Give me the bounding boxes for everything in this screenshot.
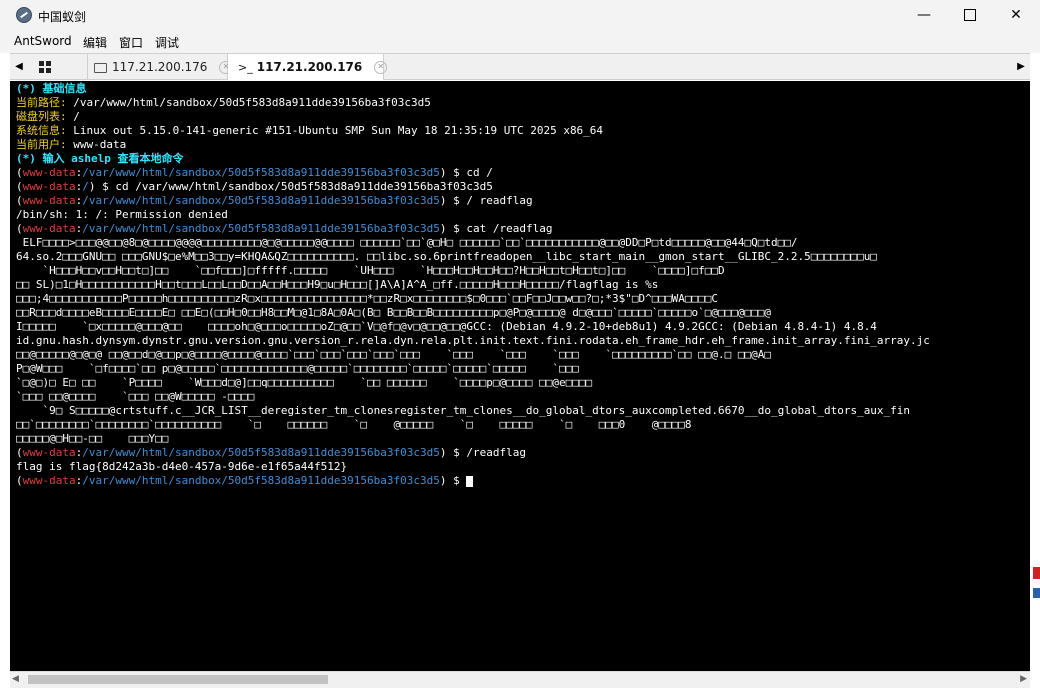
tab-scroll-right-button[interactable]: ▶ bbox=[1012, 54, 1030, 80]
binary-output-line: `9□ S□□□□□@crtstuff.c__JCR_LIST__deregis… bbox=[16, 404, 911, 417]
prompt-line: (www-data:/var/www/html/sandbox/50d5f583… bbox=[16, 222, 553, 235]
terminal-panel[interactable]: (*) 基础信息 当前路径: /var/www/html/sandbox/50d… bbox=[10, 81, 1030, 671]
disk-label: 磁盘列表: bbox=[16, 110, 67, 123]
close-button[interactable]: ✕ bbox=[993, 0, 1039, 31]
warning-icon bbox=[1033, 567, 1040, 579]
menu-edit[interactable]: 编辑 bbox=[83, 34, 107, 51]
minimize-button[interactable]: — bbox=[901, 0, 947, 31]
binary-output-line: `□@□)□ E□ □□ `P□□□□ `W□□□d□@]□□q□□□□□□□□… bbox=[16, 376, 593, 389]
terminal-path-line: 当前路径: /var/www/html/sandbox/50d5f583d8a9… bbox=[16, 96, 1026, 110]
binary-output-line: ELF□□□□>□□□@@□□@8□@□□□□@@@@□□□□□□□□□@□@□… bbox=[16, 236, 798, 249]
terminal-user-line: 当前用户: www-data bbox=[16, 138, 1026, 152]
menu-bar: AntSword 编辑 窗口 调试 bbox=[0, 31, 1040, 53]
binary-output-line: P□@W□□□ `□f□□□□`□□ p□@□□□□□`□□□□□□□□□□□□… bbox=[16, 362, 579, 375]
prompt-line: (www-data:/var/www/html/sandbox/50d5f583… bbox=[16, 446, 526, 459]
binary-output-line: □□`□□□□□□□□`□□□□□□□□`□□□□□□□□□□ `□ □□□□□… bbox=[16, 418, 692, 431]
flag-output: flag is flag{8d242a3b-d4e0-457a-9d6e-e1f… bbox=[16, 460, 348, 473]
current-prompt-line[interactable]: (www-data:/var/www/html/sandbox/50d5f583… bbox=[16, 474, 1026, 488]
prompt-line: (www-data:/var/www/html/sandbox/50d5f583… bbox=[16, 166, 493, 179]
binary-output-line: □□@□□□□□@□@□@ □□@□□d□@□□p□@□□□□@□□□□@□□□… bbox=[16, 348, 771, 361]
tab-home[interactable] bbox=[28, 54, 88, 80]
terminal-disk-line: 磁盘列表: / bbox=[16, 110, 1026, 124]
tab-scroll-left-button[interactable]: ◀ bbox=[10, 54, 28, 80]
terminal-help-line: (*) 输入 ashelp 查看本地命令 bbox=[16, 152, 184, 165]
info-icon bbox=[1033, 588, 1040, 598]
binary-output-line: `H□□□H□□v□□H□□t□]□□ `□□f□□□]□fffff.□□□□□… bbox=[16, 264, 725, 277]
title-bar: 中国蚁剑 — ✕ bbox=[0, 0, 1040, 31]
terminal-sys-line: 系统信息: Linux out 5.15.0-141-generic #151-… bbox=[16, 124, 1026, 138]
prompt-line: (www-data:/) $ cd /var/www/html/sandbox/… bbox=[16, 180, 493, 193]
maximize-icon bbox=[964, 9, 976, 21]
binary-output-line: □□R□□□d□□□□eB□□□□E□□□□E□ □□E□(□□H□0□□H8□… bbox=[16, 306, 771, 319]
binary-output-line: □□□□□@□H□□-□□ □□□Y□□ bbox=[16, 432, 169, 445]
binary-output-line: 64.so.2□□□GNU□□ □□□GNU$□e%M□□3□□y=KHQA&Q… bbox=[16, 250, 877, 263]
command-output: /bin/sh: 1: /: Permission denied bbox=[16, 208, 228, 221]
path-value: /var/www/html/sandbox/50d5f583d8a911dde3… bbox=[66, 96, 431, 109]
tab-terminal-label: 117.21.200.176 bbox=[256, 60, 363, 74]
terminal-header-title: (*) 基础信息 bbox=[16, 82, 87, 95]
user-label: 当前用户: bbox=[16, 138, 67, 151]
antsword-logo-icon bbox=[16, 7, 32, 23]
menu-debug[interactable]: 调试 bbox=[155, 34, 179, 51]
tab-terminal-close-icon[interactable]: ✕ bbox=[374, 61, 388, 74]
sys-label: 系统信息: bbox=[16, 124, 67, 137]
scroll-left-arrow-icon[interactable]: ◀ bbox=[12, 674, 19, 684]
binary-output-line: □□□;4□□□□□□□□□□□P□□□□□h□□□□□□□□□□zR□x□□□… bbox=[16, 292, 718, 305]
prompt-line: (www-data:/var/www/html/sandbox/50d5f583… bbox=[16, 194, 533, 207]
window-title: 中国蚁剑 bbox=[38, 10, 87, 24]
scrollbar-thumb[interactable] bbox=[28, 675, 328, 684]
background-window-edge bbox=[1030, 560, 1040, 610]
binary-output-line: □□ SL)□1□H□□□□□□□□□□□H□□t□□□L□□L□□D□□A□□… bbox=[16, 278, 659, 291]
tab-bar: ◀ 117.21.200.176 ✕ >_ 117.21.200.176 ✕ ▶ bbox=[10, 53, 1030, 80]
disk-value: / bbox=[66, 110, 80, 123]
menu-antsword[interactable]: AntSword bbox=[14, 34, 72, 48]
cursor bbox=[466, 475, 474, 487]
horizontal-scrollbar[interactable]: ◀ ▶ bbox=[10, 671, 1030, 688]
user-value: www-data bbox=[66, 138, 127, 151]
folder-icon bbox=[94, 62, 107, 73]
binary-output-line: I□□□□□ `□x□□□□□@□□□@□□ □□□□oh□@□□□o□□□□□… bbox=[16, 320, 877, 333]
binary-output-line: `□□□ □□@□□□□ `□□□ □□@W□□□□□ -□□□□ bbox=[16, 390, 255, 403]
tab-file-manager[interactable]: 117.21.200.176 ✕ bbox=[88, 54, 233, 80]
tab-file-manager-label: 117.21.200.176 bbox=[112, 60, 208, 74]
sys-value: Linux out 5.15.0-141-generic #151-Ubuntu… bbox=[66, 124, 604, 137]
terminal-icon: >_ bbox=[238, 61, 253, 74]
maximize-button[interactable] bbox=[947, 0, 993, 31]
binary-output-line: id.gnu.hash.dynsym.dynstr.gnu.version.gn… bbox=[16, 334, 930, 347]
grid-icon bbox=[39, 61, 51, 73]
tab-terminal[interactable]: >_ 117.21.200.176 ✕ bbox=[228, 54, 388, 80]
path-label: 当前路径: bbox=[16, 96, 67, 109]
terminal-output: (*) 基础信息 当前路径: /var/www/html/sandbox/50d… bbox=[16, 82, 1026, 488]
scroll-right-arrow-icon[interactable]: ▶ bbox=[1020, 674, 1027, 684]
menu-window[interactable]: 窗口 bbox=[119, 34, 143, 51]
